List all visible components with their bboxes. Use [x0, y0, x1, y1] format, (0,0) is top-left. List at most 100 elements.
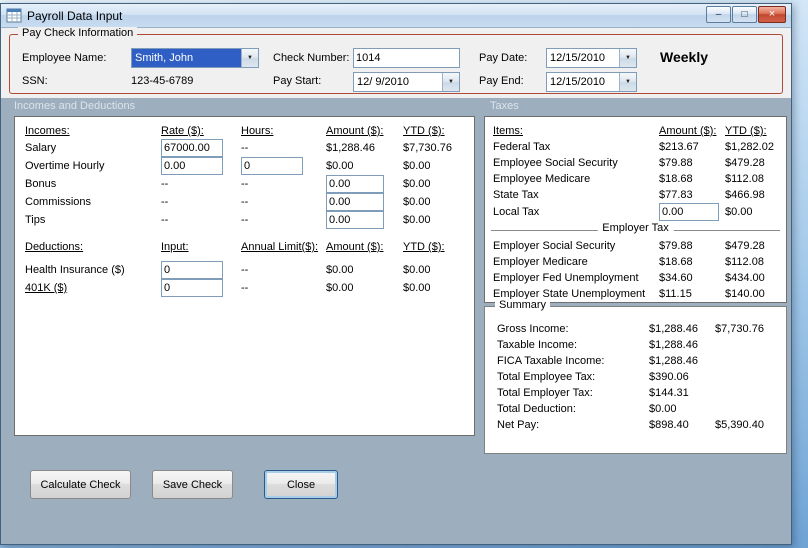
pay-date-picker[interactable]: 12/15/2010 ▼ [546, 48, 637, 68]
ytd-value: $466.98 [725, 189, 765, 201]
deductions-header-row: Deductions: Input: Annual Limit($): Amou… [25, 239, 474, 255]
ytd-value: $0.00 [403, 214, 431, 226]
local-tax-input[interactable] [659, 203, 719, 221]
row-label: Taxable Income: [497, 339, 578, 351]
rate-value: -- [161, 196, 169, 208]
col-annual-limit: Annual Limit($): [241, 241, 319, 253]
window-title: Payroll Data Input [27, 8, 123, 23]
pay-date-label: Pay Date: [479, 52, 528, 64]
col-incomes: Incomes: [25, 125, 70, 137]
ytd-value: $0.00 [403, 160, 431, 172]
chevron-down-icon[interactable]: ▼ [442, 73, 459, 91]
tax-row-emp-social-security: Employee Social Security $79.88 $479.28 [493, 155, 786, 171]
amount-value: $18.68 [659, 173, 693, 185]
row-label: Federal Tax [493, 141, 551, 153]
commissions-amount-input[interactable] [326, 193, 384, 211]
amount-value: $1,288.46 [649, 355, 698, 367]
chevron-down-icon[interactable]: ▼ [241, 49, 258, 67]
pay-end-picker[interactable]: 12/15/2010 ▼ [546, 72, 637, 92]
check-number-label: Check Number: [273, 52, 350, 64]
amount-value: $390.06 [649, 371, 689, 383]
rate-value: -- [161, 178, 169, 190]
ytd-value: $1,282.02 [725, 141, 774, 153]
row-label: Local Tax [493, 206, 540, 218]
overtime-hours-input[interactable] [241, 157, 303, 175]
amount-value: $213.67 [659, 141, 699, 153]
rate-value: -- [161, 214, 169, 226]
ytd-value: $479.28 [725, 157, 765, 169]
col-ytd: YTD ($): [403, 241, 445, 253]
pay-end-value: 12/15/2010 [550, 76, 606, 88]
summary-row-fica: FICA Taxable Income: $1,288.46 [497, 353, 786, 369]
hours-value: -- [241, 142, 249, 154]
amount-value: $0.00 [326, 282, 354, 294]
row-label: Employer Fed Unemployment [493, 272, 639, 284]
save-check-button[interactable]: Save Check [152, 470, 233, 499]
employer-tax-legend: Employer Tax [597, 222, 674, 234]
income-row-bonus: Bonus -- -- $0.00 [25, 175, 474, 193]
ytd-value: $0.00 [403, 282, 431, 294]
row-label: Commissions [25, 196, 92, 208]
ytd-value: $7,730.76 [403, 142, 452, 154]
tax-row-federal: Federal Tax $213.67 $1,282.02 [493, 139, 786, 155]
pay-date-value: 12/15/2010 [550, 52, 606, 64]
chevron-down-icon[interactable]: ▼ [619, 49, 636, 67]
link-401k[interactable]: 401K ($) [25, 282, 161, 294]
income-row-tips: Tips -- -- $0.00 [25, 211, 474, 229]
row-label: FICA Taxable Income: [497, 355, 605, 367]
window-controls: – □ × [706, 6, 786, 23]
row-label: Employee Medicare [493, 173, 591, 185]
ytd-value: $434.00 [725, 272, 765, 284]
overtime-rate-input[interactable] [161, 157, 223, 175]
amount-value: $79.88 [659, 240, 693, 252]
col-items: Items: [493, 125, 523, 137]
hours-value: -- [241, 214, 249, 226]
maximize-button[interactable]: □ [732, 6, 757, 23]
section-incomes-deductions: Incomes and Deductions [14, 100, 136, 112]
pay-frequency-text: Weekly [660, 49, 708, 65]
bonus-amount-input[interactable] [326, 175, 384, 193]
summary-row-total-deduction: Total Deduction: $0.00 [497, 401, 786, 417]
paycheck-info-groupbox: Pay Check Information Employee Name: Smi… [9, 27, 783, 94]
ytd-value: $0.00 [403, 196, 431, 208]
amount-value: $1,288.46 [326, 142, 375, 154]
close-window-button[interactable]: × [758, 6, 786, 23]
close-button[interactable]: Close [264, 470, 338, 499]
row-label: Tips [25, 214, 46, 226]
close-icon: × [768, 8, 776, 20]
chevron-down-icon[interactable]: ▼ [619, 73, 636, 91]
summary-legend: Summary [495, 299, 551, 311]
taxes-header-row: Items: Amount ($): YTD ($): [493, 123, 786, 139]
ytd-value: $112.08 [725, 173, 764, 185]
check-number-input[interactable] [353, 48, 460, 68]
tax-row-state: State Tax $77.83 $466.98 [493, 187, 786, 203]
ytd-value: $140.00 [725, 288, 765, 300]
salary-rate-input[interactable] [161, 139, 223, 157]
incomes-header-row: Incomes: Rate ($): Hours: Amount ($): YT… [25, 123, 474, 139]
incomes-deductions-panel: Incomes: Rate ($): Hours: Amount ($): YT… [14, 116, 475, 436]
title-bar[interactable]: Payroll Data Input – □ × [1, 4, 791, 28]
amount-value: $34.60 [659, 272, 693, 284]
amount-value: $18.68 [659, 256, 693, 268]
row-label: Bonus [25, 178, 57, 190]
pay-start-picker[interactable]: 12/ 9/2010 ▼ [353, 72, 460, 92]
amount-value: $11.15 [659, 288, 692, 300]
401k-input[interactable] [161, 279, 223, 297]
calculate-check-button[interactable]: Calculate Check [30, 470, 131, 499]
col-input: Input: [161, 241, 189, 253]
tips-amount-input[interactable] [326, 211, 384, 229]
row-label: Employer Medicare [493, 256, 588, 268]
ytd-value: $7,730.76 [715, 323, 764, 335]
ytd-value: $112.08 [725, 256, 764, 268]
minimize-button[interactable]: – [706, 6, 731, 23]
payroll-window: Payroll Data Input – □ × Pay Check Infor… [0, 3, 792, 545]
pay-start-label: Pay Start: [273, 75, 322, 87]
amount-value: $1,288.46 [649, 323, 698, 335]
ssn-label: SSN: [22, 75, 48, 87]
health-insurance-input[interactable] [161, 261, 223, 279]
employee-name-select[interactable]: Smith, John ▼ [131, 48, 259, 68]
row-label: Employee Social Security [493, 157, 618, 169]
amount-value: $0.00 [649, 403, 677, 415]
maximize-icon: □ [741, 8, 748, 20]
col-ytd: YTD ($): [725, 125, 767, 137]
